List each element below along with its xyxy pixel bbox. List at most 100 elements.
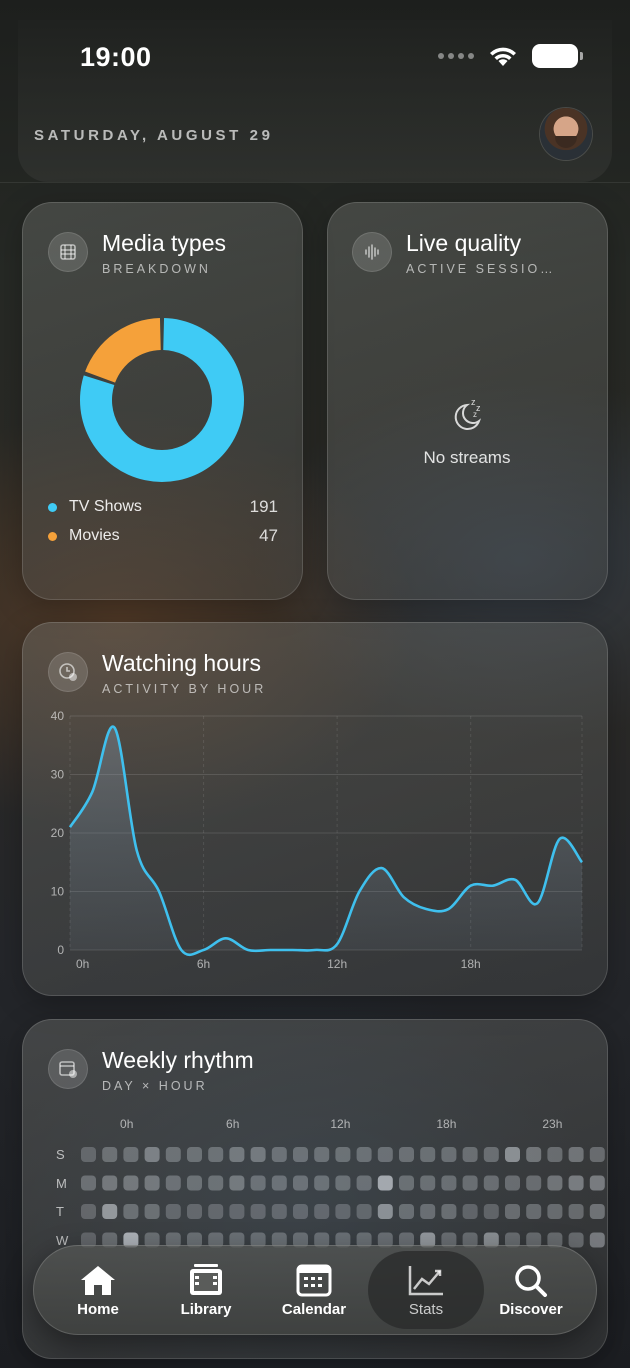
- heatmap-cell: [144, 1204, 160, 1219]
- sleep-moon-icon: z z z: [454, 397, 482, 430]
- day-label: S: [56, 1147, 65, 1162]
- heatmap-cell: [187, 1147, 202, 1162]
- heatmap-cell: [568, 1232, 584, 1248]
- legend-value: 191: [249, 497, 278, 516]
- heatmap-cell: [293, 1204, 308, 1219]
- heatmap-cell: [483, 1147, 499, 1162]
- heatmap-cell: [547, 1204, 563, 1219]
- heatmap-cell: [399, 1175, 414, 1191]
- heatmap-cell: [589, 1204, 605, 1219]
- avatar[interactable]: [540, 108, 592, 160]
- y-tick-label: 30: [51, 768, 65, 782]
- heatmap-cell: [165, 1175, 181, 1191]
- heatmap-cell: [568, 1204, 584, 1219]
- heatmap-cell: [377, 1175, 393, 1191]
- heatmap-cell: [335, 1204, 351, 1219]
- heatmap-cell: [229, 1147, 245, 1162]
- heatmap-cell: [250, 1175, 266, 1191]
- watching-hours-card[interactable]: Watching hours ACTIVITY BY HOUR 0 10 20 30 4…: [22, 622, 608, 996]
- heatmap-cell: [420, 1204, 436, 1219]
- heatmap-cell: [547, 1175, 563, 1191]
- battery-icon: [532, 44, 583, 68]
- tab-stats[interactable]: Stats: [368, 1251, 484, 1329]
- film-icon: [48, 232, 88, 272]
- waveform-icon: [352, 232, 392, 272]
- heatmap-cell: [208, 1147, 224, 1162]
- heatmap-cell: [399, 1147, 414, 1162]
- weekly-rhythm-subtitle: DAY × HOUR: [102, 1079, 208, 1093]
- heatmap-cell: [144, 1175, 160, 1191]
- heatmap-cell: [229, 1175, 245, 1191]
- heatmap-cell: [420, 1147, 436, 1162]
- heatmap-cell: [526, 1175, 542, 1191]
- legend-item-movies: Movies 47: [48, 525, 278, 547]
- media-types-title: Media types: [102, 230, 227, 256]
- heatmap-cell: [420, 1175, 436, 1191]
- x-tick-label: 0h: [76, 957, 89, 971]
- heatmap-cell: [271, 1147, 287, 1162]
- legend-label: TV Shows: [69, 498, 142, 515]
- film-icon: [190, 1263, 222, 1295]
- live-quality-card[interactable]: Live quality ACTIVE SESSIO… z z z: [327, 202, 608, 600]
- heatmap-cell: [505, 1204, 520, 1219]
- heatmap-cell: [505, 1175, 520, 1191]
- media-types-card[interactable]: Media types BREAKDOWN TV Shows 191 Movie…: [22, 202, 303, 600]
- heatmap-cell: [165, 1204, 181, 1219]
- live-quality-subtitle: ACTIVE SESSIO…: [406, 262, 556, 276]
- weekly-rhythm-title: Weekly rhythm: [102, 1047, 254, 1073]
- heatmap-cell: [441, 1175, 457, 1191]
- heatmap-cell: [526, 1147, 542, 1162]
- hour-label: 23h: [542, 1117, 563, 1131]
- status-time: 19:00: [80, 42, 152, 72]
- heatmap-cell: [462, 1175, 478, 1191]
- x-tick-label: 6h: [197, 957, 210, 971]
- heatmap-cell: [229, 1204, 245, 1219]
- heatmap-cell: [356, 1204, 372, 1219]
- heatmap-cell: [293, 1175, 308, 1191]
- heatmap-cell: [314, 1175, 330, 1191]
- svg-text:z: z: [473, 410, 477, 419]
- heatmap-cell: [483, 1175, 499, 1191]
- heatmap-cell: [399, 1204, 414, 1219]
- heatmap-cell: [187, 1175, 202, 1191]
- heatmap-cell: [102, 1147, 118, 1162]
- x-tick-label: 12h: [327, 957, 347, 971]
- heatmap-cell: [250, 1147, 266, 1162]
- no-streams-label: No streams: [423, 448, 511, 467]
- heatmap-cell: [441, 1204, 457, 1219]
- y-tick-label: 20: [51, 826, 65, 840]
- heatmap-cell: [526, 1204, 542, 1219]
- live-quality-title: Live quality: [406, 230, 522, 256]
- legend-value: 47: [259, 526, 278, 545]
- heatmap-cell: [123, 1204, 139, 1219]
- heatmap-cell: [568, 1147, 584, 1162]
- tab-library[interactable]: Library: [152, 1251, 260, 1329]
- calendar-badge-icon: [48, 1049, 88, 1089]
- header-divider: [0, 182, 630, 183]
- tab-home[interactable]: Home: [44, 1251, 152, 1329]
- heatmap-cell: [81, 1175, 96, 1191]
- hour-label: 18h: [436, 1117, 457, 1131]
- y-tick-label: 40: [51, 709, 65, 723]
- heatmap-cell: [271, 1175, 287, 1191]
- legend-label: Movies: [69, 527, 120, 544]
- heatmap-cell: [441, 1147, 457, 1162]
- heatmap-cell: [293, 1147, 308, 1162]
- heatmap-cell: [462, 1147, 478, 1162]
- tab-bar: Home Library Calendar Stats Discover: [33, 1245, 597, 1335]
- donut-chart: [79, 318, 244, 482]
- magnifier-icon: [515, 1264, 547, 1297]
- heatmap-cell: [377, 1204, 393, 1219]
- heatmap-cell: [208, 1175, 224, 1191]
- donut-slice-movies: [85, 318, 161, 383]
- x-tick-label: 18h: [461, 957, 481, 971]
- status-icons: [438, 44, 583, 68]
- heatmap-cell: [81, 1204, 96, 1219]
- y-tick-label: 10: [51, 885, 65, 899]
- day-label: T: [56, 1204, 64, 1219]
- tab-calendar[interactable]: Calendar: [260, 1251, 368, 1329]
- watching-hours-subtitle: ACTIVITY BY HOUR: [102, 682, 267, 696]
- tab-discover[interactable]: Discover: [477, 1251, 585, 1329]
- house-icon: [81, 1265, 115, 1295]
- tab-discover-label: Discover: [499, 1300, 563, 1318]
